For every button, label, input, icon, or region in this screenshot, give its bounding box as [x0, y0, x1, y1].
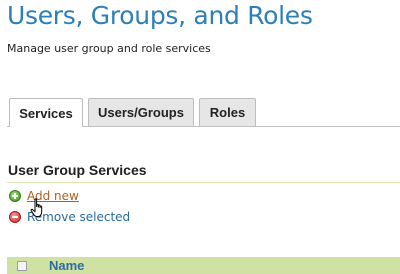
tab-services[interactable]: Services: [9, 98, 83, 127]
table-header: Name: [7, 257, 400, 274]
page-description: Manage user group and role services: [7, 42, 211, 55]
section-title: User Group Services: [8, 162, 147, 178]
hand-pointer-icon: [30, 198, 43, 217]
section-divider: [7, 182, 400, 183]
page-title: Users, Groups, and Roles: [7, 1, 313, 30]
minus-icon: [9, 211, 21, 223]
select-all-checkbox[interactable]: [17, 261, 27, 271]
plus-icon: [9, 190, 21, 202]
tab-roles[interactable]: Roles: [199, 98, 256, 126]
column-header-name[interactable]: Name: [49, 258, 84, 273]
tab-users-groups[interactable]: Users/Groups: [88, 98, 194, 126]
remove-selected-link[interactable]: Remove selected: [9, 210, 130, 224]
